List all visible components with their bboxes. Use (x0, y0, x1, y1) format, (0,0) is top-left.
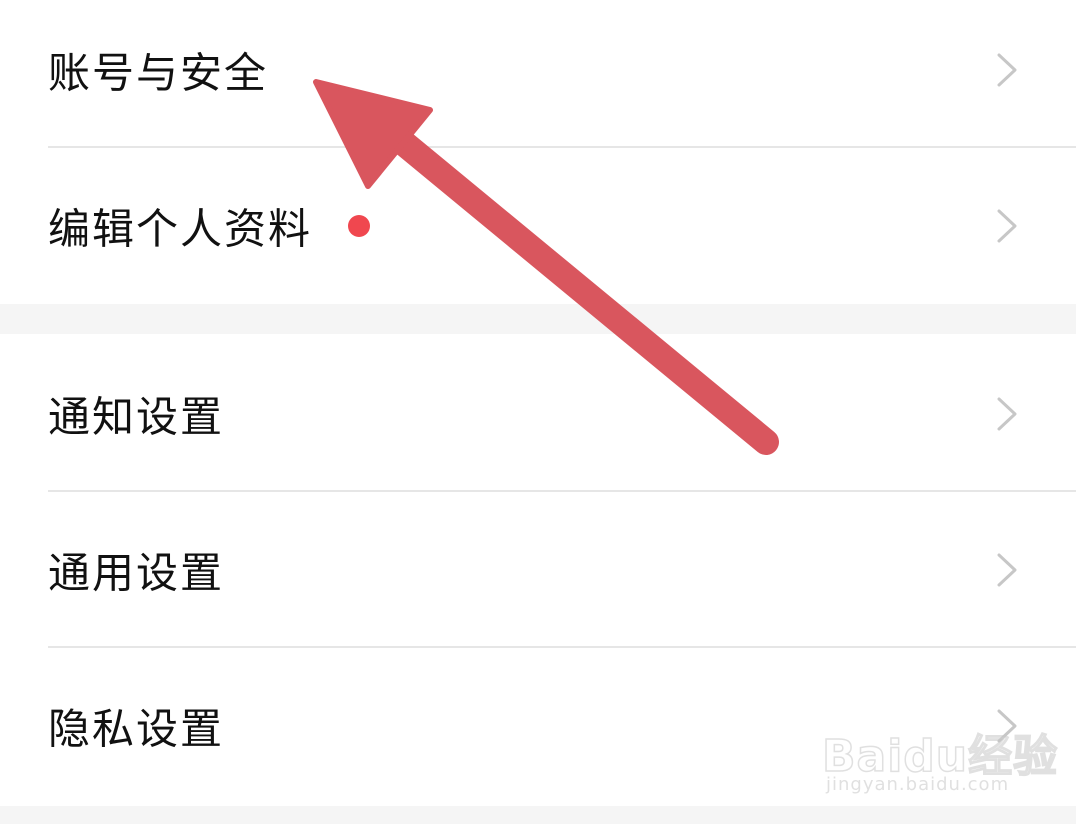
notification-red-dot (348, 215, 370, 237)
settings-item-account-security[interactable]: 账号与安全 (0, 0, 1076, 148)
chevron-right-icon (997, 53, 1017, 87)
settings-item-label: 隐私设置 (48, 704, 225, 754)
watermark-url: jingyan.baidu.com (826, 774, 1010, 795)
group-separator (0, 806, 1076, 824)
settings-item-notifications[interactable]: 通知设置 (0, 336, 1076, 492)
chevron-right-icon (997, 209, 1017, 243)
chevron-right-icon (997, 397, 1017, 431)
settings-screen: 账号与安全 编辑个人资料 通知设置 通用设置 隐私设置 Baidu经验 jing… (0, 0, 1076, 824)
settings-item-label: 账号与安全 (48, 48, 269, 98)
chevron-right-icon (997, 553, 1017, 587)
group-separator (0, 304, 1076, 334)
settings-group-account: 账号与安全 编辑个人资料 (0, 0, 1076, 304)
settings-item-label: 编辑个人资料 (48, 204, 313, 254)
settings-item-label: 通知设置 (48, 392, 225, 442)
settings-item-general[interactable]: 通用设置 (0, 492, 1076, 648)
settings-item-label: 通用设置 (48, 548, 225, 598)
settings-item-edit-profile[interactable]: 编辑个人资料 (0, 148, 1076, 304)
baidu-jingyan-watermark: Baidu经验 jingyan.baidu.com (821, 702, 1058, 806)
